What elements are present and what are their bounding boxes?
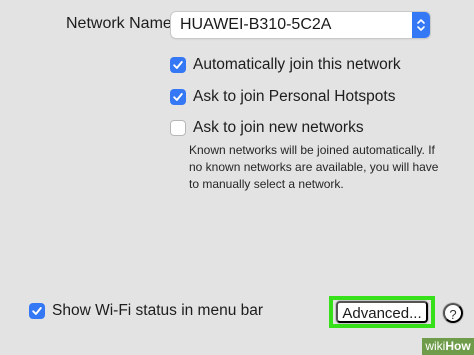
network-name-label: Network Name: bbox=[66, 15, 177, 32]
auto-join-option[interactable]: Automatically join this network bbox=[170, 55, 401, 75]
network-name-select[interactable]: HUAWEI-B310-5C2A bbox=[171, 12, 430, 38]
watermark-wiki: wiki bbox=[425, 339, 446, 353]
wikihow-watermark: wikiHow bbox=[422, 338, 474, 355]
personal-hotspots-label: Ask to join Personal Hotspots bbox=[193, 88, 396, 105]
checkmark-icon bbox=[173, 93, 183, 101]
show-wifi-status-label: Show Wi-Fi status in menu bar bbox=[52, 302, 264, 319]
checkmark-icon bbox=[32, 307, 42, 315]
network-name-value: HUAWEI-B310-5C2A bbox=[180, 16, 332, 33]
advanced-button[interactable]: Advanced... bbox=[336, 301, 428, 323]
new-networks-checkbox[interactable] bbox=[170, 120, 186, 136]
auto-join-checkbox[interactable] bbox=[170, 57, 186, 73]
wifi-preferences-panel: Network Name: HUAWEI-B310-5C2A Automatic… bbox=[0, 0, 474, 355]
watermark-how: How bbox=[445, 339, 471, 353]
show-wifi-status-checkbox[interactable] bbox=[29, 303, 45, 319]
new-networks-label: Ask to join new networks bbox=[193, 119, 364, 136]
auto-join-label: Automatically join this network bbox=[193, 56, 401, 73]
help-button[interactable]: ? bbox=[443, 303, 463, 323]
up-down-chevron-icon[interactable] bbox=[412, 12, 430, 38]
show-wifi-status-option[interactable]: Show Wi-Fi status in menu bar bbox=[29, 301, 263, 321]
new-networks-option[interactable]: Ask to join new networks bbox=[170, 118, 364, 138]
personal-hotspots-option[interactable]: Ask to join Personal Hotspots bbox=[170, 87, 395, 107]
known-networks-note: Known networks will be joined automatica… bbox=[189, 143, 439, 191]
personal-hotspots-checkbox[interactable] bbox=[170, 89, 186, 105]
checkmark-icon bbox=[173, 61, 183, 69]
